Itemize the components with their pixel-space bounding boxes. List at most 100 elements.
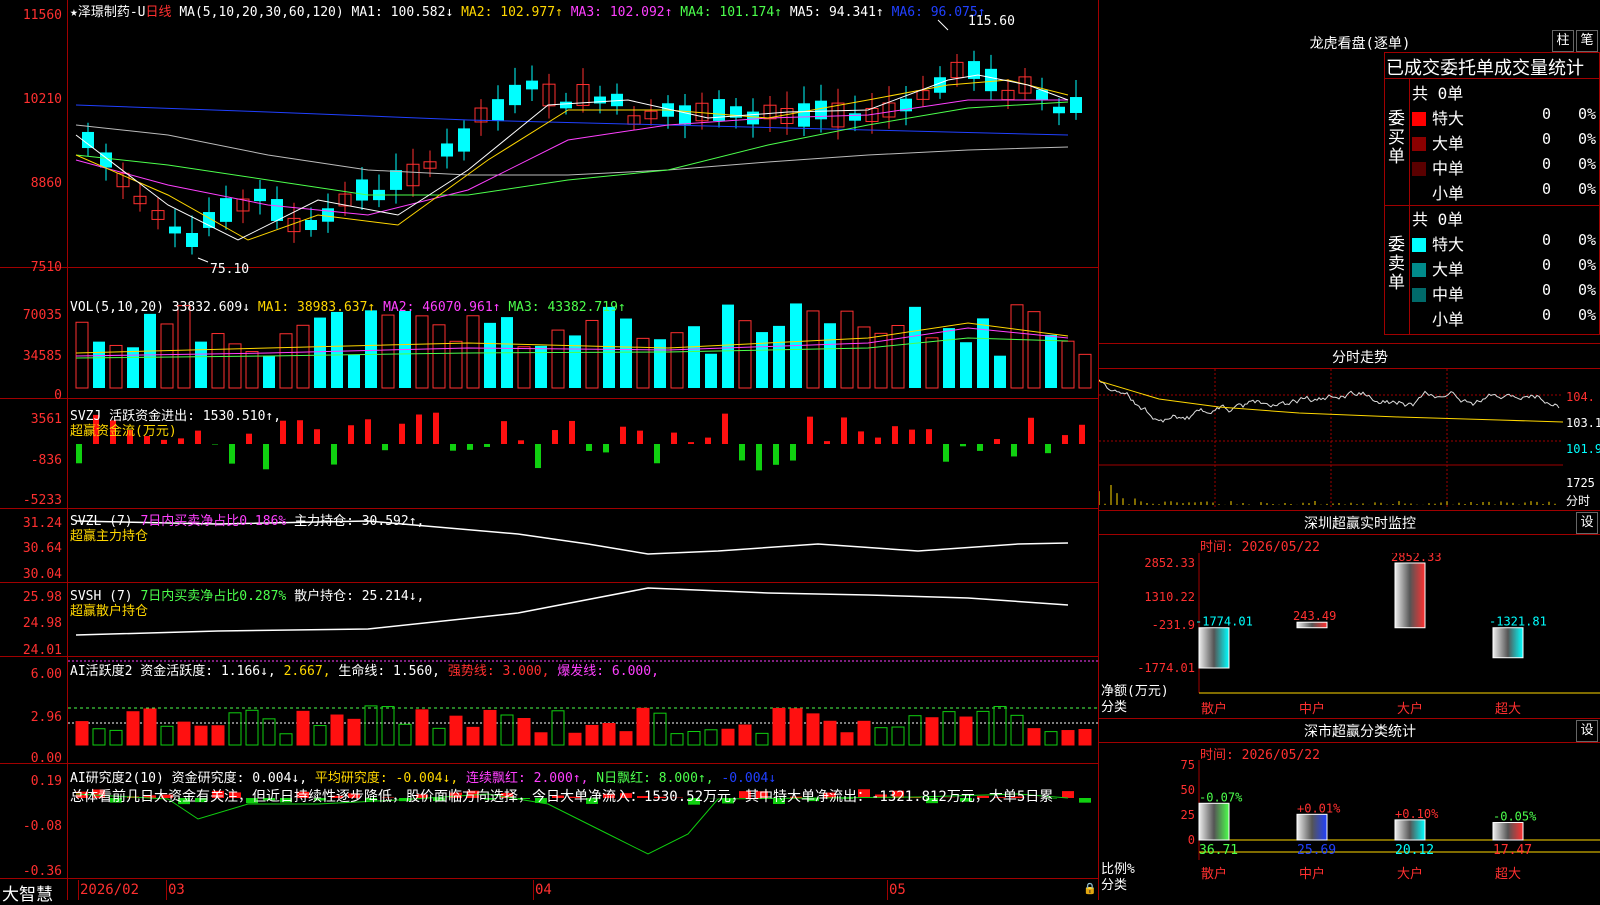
activity-bar xyxy=(484,710,496,745)
volume-bar xyxy=(773,326,785,388)
candle-down xyxy=(849,113,861,120)
volume-bar xyxy=(841,311,853,388)
volume-bar xyxy=(76,322,88,388)
price-line xyxy=(1099,380,1559,422)
activity-bar xyxy=(773,708,785,745)
activity-bar xyxy=(1045,732,1057,745)
candle-down xyxy=(220,198,232,222)
fund-flow-bar xyxy=(637,431,643,444)
fund-flow-bar xyxy=(1079,425,1085,444)
candle-down xyxy=(509,85,521,105)
classify-bar xyxy=(1199,803,1229,840)
ai-active-strong: 强势线: 3.000, xyxy=(448,664,550,679)
fund-flow-bar xyxy=(314,429,320,444)
volume-chart[interactable] xyxy=(68,268,1098,398)
volume-bar xyxy=(756,332,768,388)
color-swatch-icon xyxy=(1412,288,1426,302)
activity-bar xyxy=(637,708,649,745)
ai-research-nday: N日飘红: 8.000↑, xyxy=(596,771,713,786)
classify-bar-chart[interactable]: 7550250-0.07%36.71散户+0.01%25.69中户+0.10%2… xyxy=(1099,760,1600,900)
ma3-line xyxy=(76,100,1068,215)
vol-axis-tick: 34585 xyxy=(0,349,62,364)
tick-mode-button[interactable]: 笔 xyxy=(1576,30,1598,52)
volume-bar xyxy=(722,305,734,388)
volume-bar xyxy=(297,325,309,388)
activity-bar xyxy=(382,707,394,745)
activity-bar xyxy=(93,729,105,745)
volume-bar xyxy=(246,352,258,388)
ai-active-title: AI活跃度2 资金活跃度: 1.166↓, 2.667, 生命线: 1.560,… xyxy=(70,660,659,679)
lock-icon[interactable]: 🔒 xyxy=(1083,882,1097,895)
activity-bar xyxy=(1028,729,1040,745)
candle-down xyxy=(356,179,368,200)
ma5-line xyxy=(76,125,1068,175)
volume-bar xyxy=(654,339,666,388)
monitor-bar xyxy=(1199,628,1229,668)
order-count: 0 xyxy=(1542,306,1551,324)
fund-flow-bar xyxy=(909,430,915,444)
volume-bar xyxy=(926,338,938,388)
svzl-pct: 7日内买卖净占比0.186% xyxy=(140,514,286,529)
monitor-bar-chart[interactable]: 2852.331310.22-231.9-1774.01-1774.01散户24… xyxy=(1099,553,1600,718)
classify-bar xyxy=(1297,814,1327,840)
order-size-label: 大单 xyxy=(1432,134,1464,153)
order-count: 0 xyxy=(1542,105,1551,123)
activity-bar xyxy=(790,709,802,745)
activity-bar xyxy=(501,715,513,745)
month-tick: 05 xyxy=(889,882,906,898)
activity-bar xyxy=(892,727,904,745)
activity-bar xyxy=(960,717,972,745)
date-start: 2026/02 xyxy=(80,882,139,898)
intraday-chart[interactable] xyxy=(1099,369,1563,507)
order-pct: 0% xyxy=(1578,256,1596,274)
ma4-value: MA4: 101.174↑ xyxy=(680,5,782,20)
color-swatch-icon xyxy=(1412,162,1426,176)
activity-bar xyxy=(416,710,428,745)
fund-flow-bar xyxy=(654,444,660,463)
vol-axis-tick: 70035 xyxy=(0,308,62,323)
ma1-value: MA1: 100.582↓ xyxy=(352,5,454,20)
volume-bar xyxy=(943,328,955,388)
stock-name: ★泽璟制药-U xyxy=(70,5,145,20)
activity-bar xyxy=(552,711,564,745)
fund-flow-bar xyxy=(382,444,388,450)
activity-bar xyxy=(1011,715,1023,745)
volume-bar xyxy=(705,354,717,388)
bar-mode-button[interactable]: 柱 xyxy=(1552,30,1574,52)
fund-flow-bar xyxy=(501,421,507,444)
order-row-buy: 中单 xyxy=(1412,155,1464,179)
candle-down xyxy=(985,69,997,91)
monitor-category: 散户 xyxy=(1201,701,1227,717)
ai-active-life: 生命线: 1.560, xyxy=(338,664,440,679)
ai-research-streak: 连续飘红: 2.000↑, xyxy=(466,771,588,786)
activity-bar xyxy=(127,712,139,745)
fund-flow-bar xyxy=(552,430,558,444)
volume-bar xyxy=(314,318,326,388)
activity-bar xyxy=(348,719,360,745)
activity-bar xyxy=(909,716,921,745)
monitor-category: 大户 xyxy=(1397,701,1423,717)
candle-down xyxy=(492,99,504,121)
order-count: 0 xyxy=(1542,155,1551,173)
vol-label: VOL(5,10,20) xyxy=(70,300,164,315)
price-chart[interactable] xyxy=(68,0,1098,267)
ai-research-axis-tick: -0.36 xyxy=(0,864,62,879)
fund-flow-bar xyxy=(688,442,694,444)
fund-flow-bar xyxy=(960,444,966,446)
classify-settings-button[interactable]: 设 xyxy=(1576,720,1598,742)
activity-bar xyxy=(178,722,190,745)
volume-bar xyxy=(229,344,241,388)
fund-flow-bar xyxy=(603,444,609,452)
order-row-sell: 小单 xyxy=(1412,306,1464,330)
activity-bar xyxy=(314,726,326,745)
classify-y-tick: 25 xyxy=(1181,808,1195,822)
fund-flow-bar xyxy=(535,444,541,468)
candle-down xyxy=(186,233,198,247)
monitor-settings-button[interactable]: 设 xyxy=(1576,512,1598,534)
classify-value: 17.47 xyxy=(1493,843,1532,858)
order-count: 0 xyxy=(1542,180,1551,198)
activity-bar xyxy=(705,730,717,745)
fund-flow-bar xyxy=(620,427,626,444)
volume-bar xyxy=(1028,312,1040,388)
period-label[interactable]: 日线 xyxy=(145,5,171,20)
